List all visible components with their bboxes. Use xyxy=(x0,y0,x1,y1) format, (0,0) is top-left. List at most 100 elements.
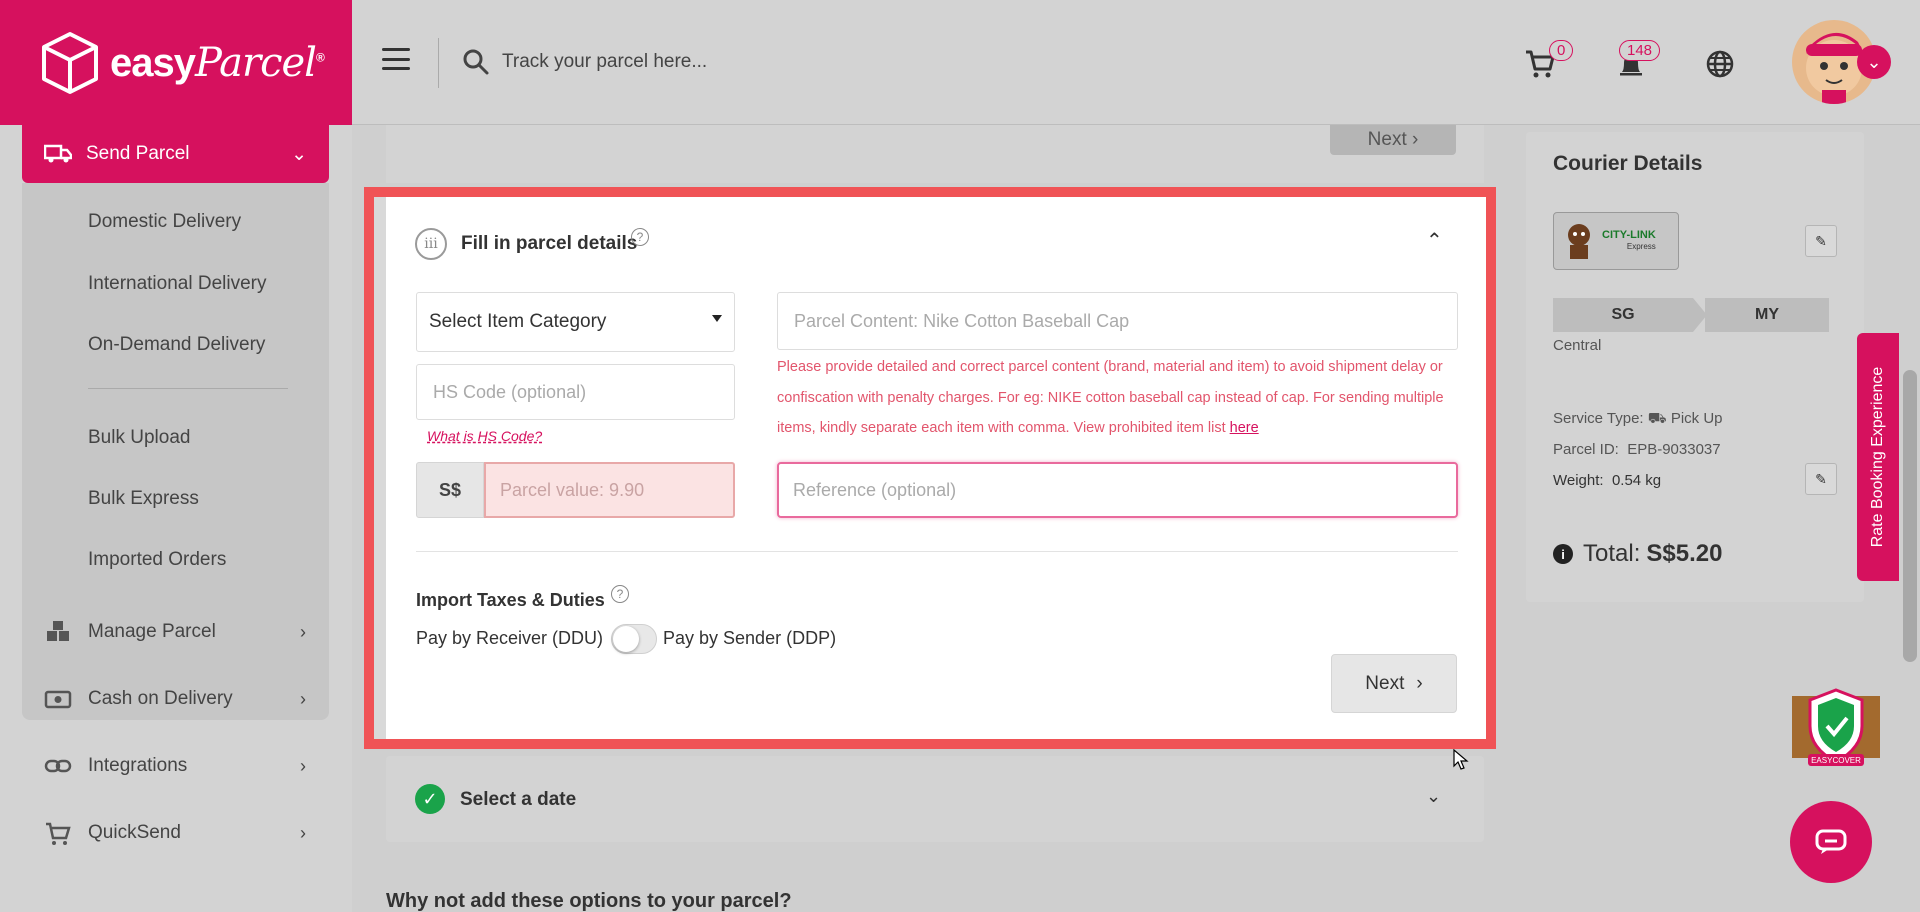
info-value: 0.54 kg xyxy=(1611,472,1662,489)
cash-icon xyxy=(44,690,72,709)
sidebar-item-manage-parcel[interactable]: Manage Parcel › xyxy=(44,612,306,652)
parcel-content-input[interactable] xyxy=(777,292,1458,350)
info-value: EPB-9033037 xyxy=(1627,441,1721,458)
next-button[interactable]: Next › xyxy=(1331,654,1457,713)
caret-down-icon xyxy=(712,315,722,322)
courier-logo: CITY-LINK Express xyxy=(1553,212,1679,270)
sidebar-item-integrations[interactable]: Integrations › xyxy=(44,746,306,786)
warning-body: Please provide detailed and correct parc… xyxy=(777,359,1444,436)
easycover-label: EASYCOVER xyxy=(1811,756,1861,765)
help-icon[interactable]: ? xyxy=(611,585,629,603)
section-divider xyxy=(416,551,1458,552)
taxes-title: Import Taxes & Duties xyxy=(416,590,605,610)
info-label: Service Type: xyxy=(1553,410,1644,427)
sidebar-item-on-demand-delivery[interactable]: On-Demand Delivery xyxy=(88,334,265,356)
sidebar-item-label: Integrations xyxy=(88,755,188,776)
sidebar-item-domestic-delivery[interactable]: Domestic Delivery xyxy=(88,211,241,233)
info-label: Parcel ID: xyxy=(1553,441,1619,458)
sidebar: Send Parcel ⌄ Domestic Delivery Internat… xyxy=(0,125,352,912)
duties-toggle[interactable] xyxy=(611,624,657,654)
courier-details-card xyxy=(1526,132,1864,602)
sidebar-item-label: Manage Parcel xyxy=(88,621,216,642)
prohibited-items-link[interactable]: here xyxy=(1230,420,1259,436)
rate-tab-label: Rate Booking Experience xyxy=(1869,366,1886,548)
check-circle-icon: ✓ xyxy=(415,784,445,814)
edit-weight-button[interactable]: ✎ xyxy=(1805,463,1837,495)
box-logo-icon xyxy=(42,31,98,94)
item-category-select[interactable]: Select Item Category xyxy=(416,292,735,352)
info-icon[interactable]: i xyxy=(1553,544,1573,564)
route-from: SG xyxy=(1553,298,1693,332)
options-heading: Why not add these options to your parcel… xyxy=(386,890,792,912)
globe-language-icon[interactable] xyxy=(1704,48,1736,80)
parcel-value-input[interactable] xyxy=(484,462,735,518)
total-value: S$5.20 xyxy=(1646,540,1723,567)
hamburger-menu-icon[interactable] xyxy=(382,48,410,70)
route-to: MY xyxy=(1705,298,1829,332)
rate-booking-tab[interactable]: Rate Booking Experience xyxy=(1857,333,1899,581)
route-indicator: SG MY xyxy=(1553,298,1829,332)
divider xyxy=(438,38,439,88)
search-icon[interactable] xyxy=(462,48,490,76)
brand-name: easyParcel® xyxy=(110,39,325,86)
total-price: i Total: S$5.20 xyxy=(1553,540,1722,568)
truck-icon: ⛟ xyxy=(1647,410,1667,427)
select-value: Select Item Category xyxy=(429,311,607,332)
sidebar-item-imported-orders[interactable]: Imported Orders xyxy=(88,549,226,571)
link-icon xyxy=(44,759,72,773)
info-label: Weight: xyxy=(1553,472,1604,489)
sidebar-item-bulk-upload[interactable]: Bulk Upload xyxy=(88,427,190,449)
weight: Weight: 0.54 kg xyxy=(1553,472,1661,489)
chevron-right-icon: › xyxy=(300,688,306,709)
currency-label: S$ xyxy=(416,462,484,518)
parcel-id: Parcel ID: EPB-9033037 xyxy=(1553,441,1721,458)
button-label: Next xyxy=(1367,129,1407,150)
courier-mascot-icon xyxy=(1568,224,1590,259)
sidebar-item-cash-on-delivery[interactable]: Cash on Delivery › xyxy=(44,679,306,719)
submenu-divider xyxy=(88,388,288,389)
boxes-icon xyxy=(47,621,69,641)
easycover-shield-icon[interactable]: EASYCOVER xyxy=(1790,688,1882,768)
track-parcel-input[interactable] xyxy=(502,42,1002,82)
chevron-right-icon: › xyxy=(300,822,306,843)
sidebar-item-send-parcel[interactable]: Send Parcel ⌄ xyxy=(22,125,329,183)
total-label: Total: xyxy=(1583,540,1641,567)
content-warning-text: Please provide detailed and correct parc… xyxy=(777,352,1477,444)
sidebar-item-label: Cash on Delivery xyxy=(88,688,233,709)
sidebar-item-bulk-express[interactable]: Bulk Express xyxy=(88,488,199,510)
chat-bubble-icon xyxy=(1815,829,1847,854)
help-icon[interactable]: ? xyxy=(631,228,649,246)
ddp-label: Pay by Sender (DDP) xyxy=(663,628,837,648)
toggle-knob xyxy=(613,626,639,652)
notification-count-badge: 148 xyxy=(1619,40,1661,61)
top-bar: 0 148 ⌄ xyxy=(352,0,1920,125)
sidebar-item-label: Send Parcel xyxy=(86,143,190,164)
chevron-down-icon: ⌄ xyxy=(291,143,307,165)
step-number-badge: iii xyxy=(415,228,447,260)
sidebar-item-international-delivery[interactable]: International Delivery xyxy=(88,273,266,295)
date-step-title: Select a date xyxy=(460,789,577,810)
button-label: Next xyxy=(1365,672,1405,694)
courier-logo-sub: Express xyxy=(1626,242,1656,251)
step-title: Fill in parcel details xyxy=(461,233,638,254)
chevron-right-icon: › xyxy=(300,755,306,776)
account-dropdown-icon[interactable]: ⌄ xyxy=(1857,45,1891,79)
cart-plus-icon xyxy=(46,822,71,845)
previous-step-card xyxy=(386,125,1484,183)
chevron-right-icon: › xyxy=(1416,672,1423,694)
cart-count-badge: 0 xyxy=(1549,40,1574,61)
courier-title: Courier Details xyxy=(1553,152,1703,175)
reference-input[interactable] xyxy=(777,462,1458,518)
chat-button[interactable] xyxy=(1790,801,1872,883)
previous-next-button[interactable]: Next › xyxy=(1330,125,1456,155)
edit-courier-button[interactable]: ✎ xyxy=(1805,225,1837,257)
truck-icon xyxy=(44,144,72,163)
scrollbar-thumb[interactable] xyxy=(1903,370,1917,662)
brand-logo[interactable]: easyParcel® xyxy=(0,0,352,125)
chevron-down-icon[interactable]: ⌄ xyxy=(1426,786,1441,807)
chevron-up-icon[interactable]: ⌃ xyxy=(1426,228,1443,253)
hs-code-help-link[interactable]: What is HS Code? xyxy=(427,428,542,444)
sidebar-item-quicksend[interactable]: QuickSend › xyxy=(44,813,306,853)
chevron-right-icon: › xyxy=(300,621,306,642)
hs-code-input[interactable] xyxy=(416,364,735,420)
